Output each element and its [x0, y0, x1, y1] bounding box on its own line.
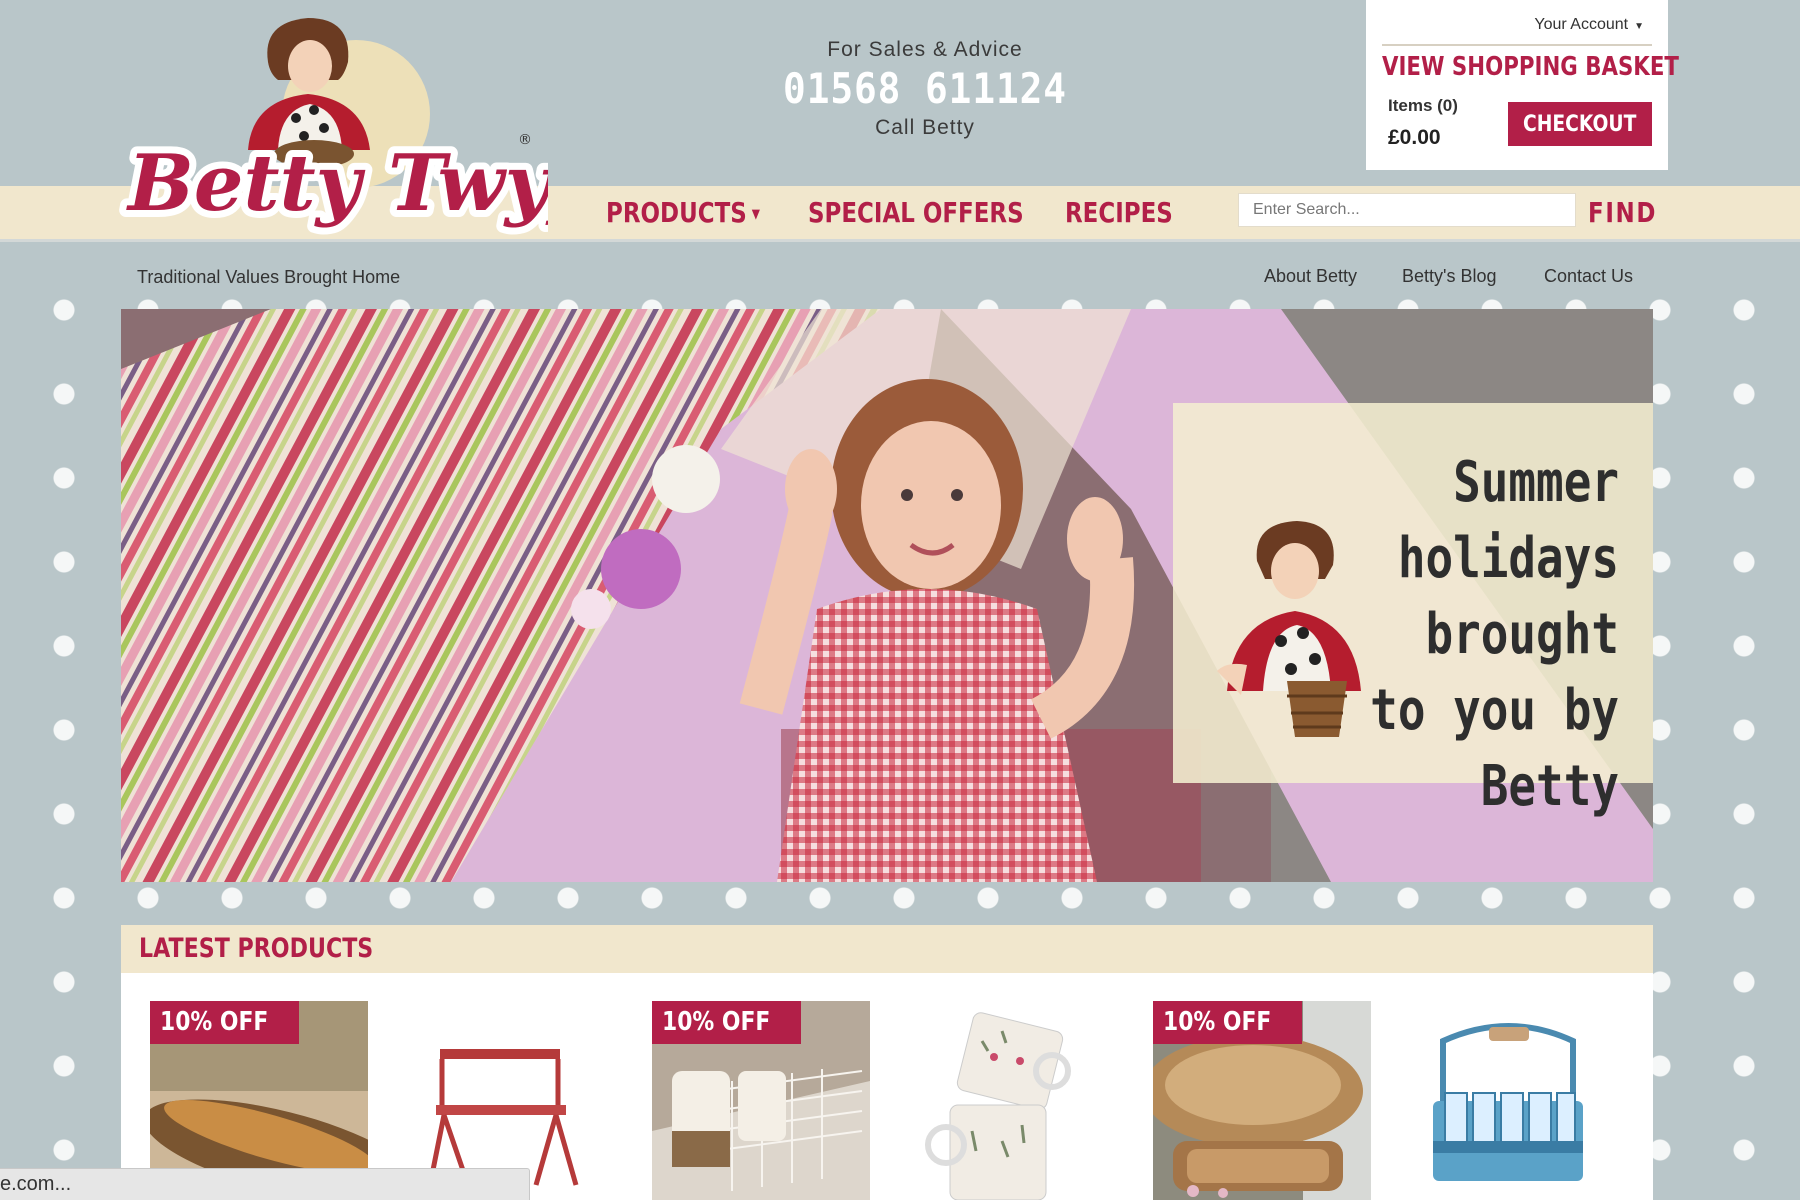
checkout-button[interactable]: CHECKOUT [1508, 102, 1652, 146]
product-card-mugs[interactable] [902, 1001, 1120, 1200]
nav-recipes[interactable]: RECIPES [1065, 196, 1173, 229]
your-account-label: Your Account [1534, 16, 1629, 33]
sales-advice-label: For Sales & Advice [827, 38, 1023, 61]
latest-products-title: LATEST PRODUCTS [139, 933, 374, 964]
product-card-glasses[interactable] [1403, 1001, 1621, 1200]
tagline: Traditional Values Brought Home [137, 267, 401, 287]
discount-badge-label: 10% OFF [160, 1007, 269, 1037]
basket-total: £0.00 [1388, 126, 1441, 149]
call-betty-label: Call Betty [875, 116, 975, 139]
promo-text: Summer holidays brought to you by Betty [1370, 450, 1619, 819]
mugs-image [902, 1001, 1120, 1200]
betty-twyford-logo[interactable]: Betty Twyford Betty Twyford ® [118, 14, 738, 246]
view-basket-link[interactable]: VIEW SHOPPING BASKET [1382, 52, 1679, 82]
bettys-blog-link[interactable]: Betty's Blog [1402, 266, 1496, 287]
checkout-label: CHECKOUT [1523, 111, 1637, 137]
phone-number[interactable]: 01568 611124 [777, 62, 1074, 116]
basket-panel: Your Account ▼ VIEW SHOPPING BASKET Items… [1366, 0, 1679, 170]
glasses-carrier-image [1403, 1001, 1621, 1200]
nav-special-offers[interactable]: SPECIAL OFFERS [808, 196, 1024, 229]
discount-badge: 10% OFF [150, 1001, 299, 1044]
product-card-jugs[interactable]: 10% OFF [652, 1001, 870, 1200]
discount-badge: 10% OFF [1153, 1001, 1302, 1044]
basket-items-count: Items (0) [1388, 96, 1458, 115]
about-betty-link[interactable]: About Betty [1264, 266, 1357, 287]
latest-products-section: LATEST PRODUCTS 10% OFF 10% OFF 10% OFF [121, 925, 1653, 1200]
search-input[interactable] [1238, 193, 1576, 227]
nav-products[interactable]: PRODUCTS ▼ [606, 196, 760, 229]
svg-text:Betty Twyford: Betty Twyford [126, 138, 548, 229]
svg-text:®: ® [518, 132, 532, 148]
hero-banner[interactable]: Summer holidays brought to you by Betty [121, 309, 1653, 882]
latest-products-header: LATEST PRODUCTS [121, 925, 1653, 973]
nav-products-label: PRODUCTS [606, 196, 747, 229]
find-button[interactable]: FIND [1588, 196, 1657, 229]
discount-badge-label: 10% OFF [1163, 1007, 1272, 1037]
caret-down-icon: ▼ [751, 206, 760, 222]
contact-us-link[interactable]: Contact Us [1544, 266, 1633, 287]
discount-badge: 10% OFF [652, 1001, 801, 1044]
chevron-down-icon: ▼ [1634, 21, 1644, 32]
browser-status-bar: e.com... [0, 1168, 530, 1200]
promo-panel: Summer holidays brought to you by Betty [1173, 403, 1653, 819]
discount-badge-label: 10% OFF [662, 1007, 771, 1037]
product-card-trays[interactable]: 10% OFF [1153, 1001, 1371, 1200]
your-account-menu[interactable]: Your Account ▼ [1382, 16, 1652, 46]
sales-contact: For Sales & Advice 01568 611124 Call Bet… [760, 38, 1090, 140]
